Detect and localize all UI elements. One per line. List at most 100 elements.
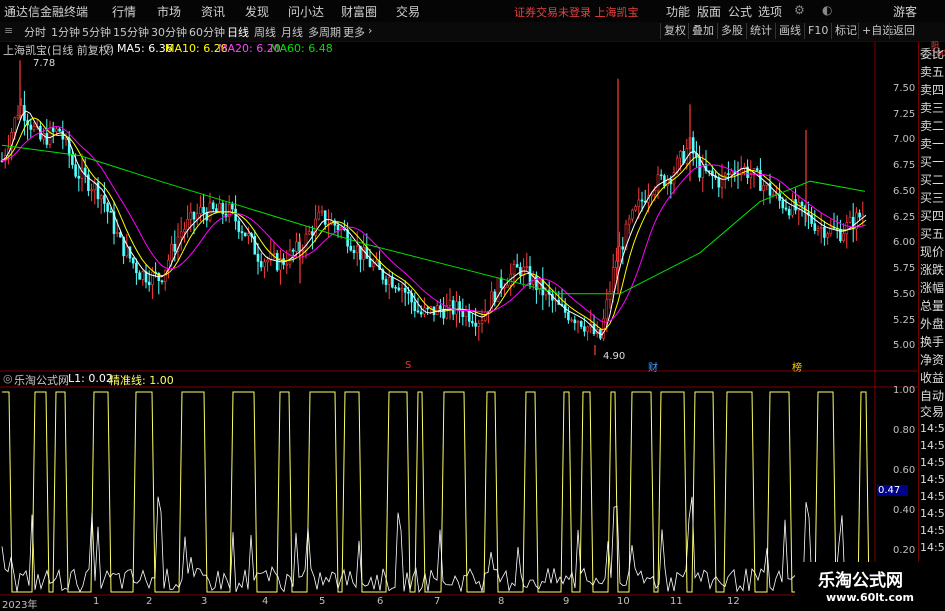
candle-body [461, 310, 465, 317]
candle-body [266, 259, 269, 263]
sb-trade[interactable]: 交易 [920, 403, 944, 420]
kline-chart[interactable] [0, 0, 918, 609]
x-label: 1 [93, 596, 100, 607]
x-label: 4 [262, 596, 269, 607]
candle-body [464, 310, 468, 317]
candle-body [317, 211, 321, 220]
candle-body [659, 174, 663, 177]
x-label: 11 [670, 596, 683, 607]
candle-body [477, 323, 481, 327]
candle-body [640, 199, 644, 202]
sb-time: 14:56 [920, 456, 945, 469]
candle-body [506, 284, 509, 288]
sb-sell3[interactable]: 卖三 [920, 99, 944, 116]
sb-sell4[interactable]: 卖四 [920, 81, 944, 98]
price-tick: 7.25 [893, 109, 916, 120]
candle-body [611, 267, 615, 292]
candle-body [195, 213, 199, 220]
candle-body [653, 190, 657, 195]
candle-body [819, 226, 823, 229]
indicator-signal-line [2, 391, 870, 593]
candle-body [141, 271, 145, 280]
sb-change-pct[interactable]: 涨幅 [920, 279, 944, 296]
sb-sell1[interactable]: 卖一 [920, 135, 944, 152]
candle-body [474, 322, 477, 327]
candle-body [787, 208, 791, 216]
candle-body [125, 246, 129, 257]
candle-body [727, 173, 730, 175]
candle-body [525, 266, 529, 268]
candle-body [720, 175, 724, 188]
sb-volume[interactable]: 总量 [920, 297, 944, 314]
candle-body [471, 321, 474, 324]
x-label: 9 [563, 596, 570, 607]
candle-body [368, 258, 372, 267]
candle-body [394, 286, 397, 289]
candle-body [45, 133, 49, 145]
marker-s[interactable]: S [405, 360, 411, 371]
sb-time: 14:56 [920, 541, 945, 554]
candle-body [749, 174, 753, 178]
candle-body [272, 253, 276, 255]
sb-price[interactable]: 现价 [920, 243, 944, 260]
indicator-title: 乐淘公式网 [14, 374, 69, 387]
sb-change[interactable]: 涨跌 [920, 261, 944, 278]
ind-tick: 0.60 [893, 465, 916, 476]
sb-weibi[interactable]: 委比 [920, 45, 944, 62]
sb-buy5[interactable]: 买五 [920, 225, 944, 242]
candle-body [16, 115, 20, 119]
indicator-settings-icon[interactable]: ◎ [3, 372, 13, 385]
candle-body [848, 216, 852, 223]
candle-body [781, 200, 785, 209]
candle-body [679, 151, 682, 159]
candle-body [349, 245, 353, 251]
price-tick: 7.50 [893, 83, 916, 94]
candle-body [160, 280, 164, 283]
sb-time: 14:56 [920, 473, 945, 486]
candle-body [103, 195, 106, 204]
sb-earnings[interactable]: 收益 [920, 369, 944, 386]
ind-tick: 1.00 [893, 385, 916, 396]
x-label: 8 [498, 596, 505, 607]
candle-body [397, 287, 401, 291]
candle-body [58, 128, 61, 132]
candle-body [784, 207, 788, 210]
candle-body [451, 300, 455, 315]
sb-time: 14:56 [920, 524, 945, 537]
candle-body [400, 287, 404, 291]
sb-buy2[interactable]: 买二 [920, 171, 944, 188]
candle-body [307, 231, 311, 235]
candle-body [77, 175, 81, 179]
candle-body [131, 257, 135, 264]
x-label: 12 [727, 596, 740, 607]
candle-body [384, 279, 388, 285]
ma10-line [1, 117, 867, 331]
sb-turnover[interactable]: 换手 [920, 333, 944, 350]
sb-sell2[interactable]: 卖二 [920, 117, 944, 134]
sb-time: 14:56 [920, 422, 945, 435]
sb-outer[interactable]: 外盘 [920, 315, 944, 332]
candle-body [480, 320, 484, 324]
x-label: 3 [201, 596, 208, 607]
ma60-line [1, 144, 866, 295]
sb-netasset[interactable]: 净资 [920, 351, 944, 368]
indicator-current-value: 0.47 [877, 485, 908, 496]
candle-body [586, 326, 589, 332]
candle-body [147, 281, 151, 286]
candle-body [387, 277, 391, 285]
sb-buy1[interactable]: 买一 [920, 153, 944, 170]
candle-body [634, 206, 637, 211]
candle-body [515, 264, 519, 268]
ind-tick: 0.20 [893, 545, 916, 556]
low-label: 4.90 [603, 351, 626, 362]
sb-buy3[interactable]: 买三 [920, 189, 944, 206]
candle-body [605, 299, 609, 320]
sb-buy4[interactable]: 买四 [920, 207, 944, 224]
marker-bang[interactable]: 榜 [792, 359, 802, 374]
marker-cai[interactable]: 财 [648, 359, 658, 374]
candle-body [813, 223, 817, 231]
sb-auto[interactable]: 自动 [920, 387, 944, 404]
candle-body [621, 246, 625, 250]
price-tick: 5.75 [893, 263, 916, 274]
sb-sell5[interactable]: 卖五 [920, 63, 944, 80]
